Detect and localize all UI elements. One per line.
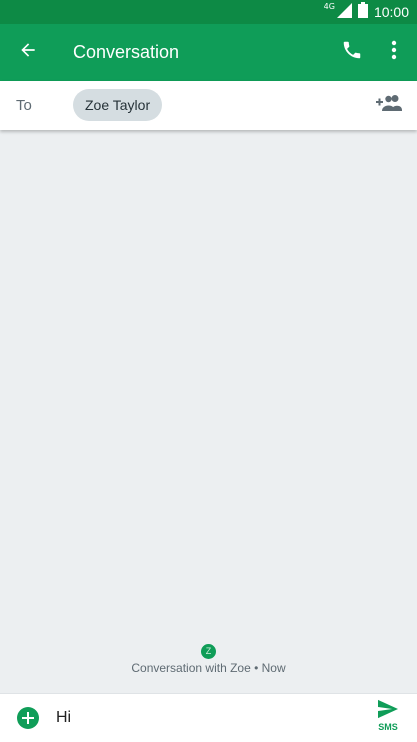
signal-icon — [336, 2, 352, 22]
conversation-area: Z Conversation with Zoe • Now — [0, 130, 417, 693]
recipient-row: To Zoe Taylor — [0, 81, 417, 130]
add-person-icon — [376, 94, 402, 116]
to-label: To — [16, 97, 32, 114]
status-icons: 4G 10:00 — [324, 0, 409, 24]
status-time: 10:00 — [373, 4, 409, 20]
battery-icon — [357, 2, 368, 22]
send-icon — [377, 699, 399, 723]
add-circle-icon — [22, 709, 34, 728]
back-button[interactable] — [14, 38, 42, 66]
phone-icon — [341, 39, 363, 65]
network-type: 4G — [323, 2, 335, 11]
more-vert-icon — [391, 40, 397, 64]
app-bar: Conversation — [0, 24, 417, 81]
status-bar: 4G 10:00 — [0, 0, 417, 24]
recipient-chip[interactable]: Zoe Taylor — [73, 89, 163, 121]
message-input[interactable] — [52, 702, 352, 734]
attach-button[interactable] — [17, 707, 39, 729]
compose-bar: SMS — [0, 693, 417, 742]
more-options-button[interactable] — [380, 38, 408, 66]
send-button[interactable]: SMS — [368, 699, 408, 739]
back-arrow-icon — [18, 40, 38, 64]
contact-avatar: Z — [201, 644, 216, 659]
page-title: Conversation — [73, 42, 180, 62]
conversation-caption: Conversation with Zoe • Now — [131, 661, 286, 675]
send-label: SMS — [378, 722, 398, 732]
add-recipient-button[interactable] — [374, 92, 404, 118]
call-button[interactable] — [338, 38, 366, 66]
